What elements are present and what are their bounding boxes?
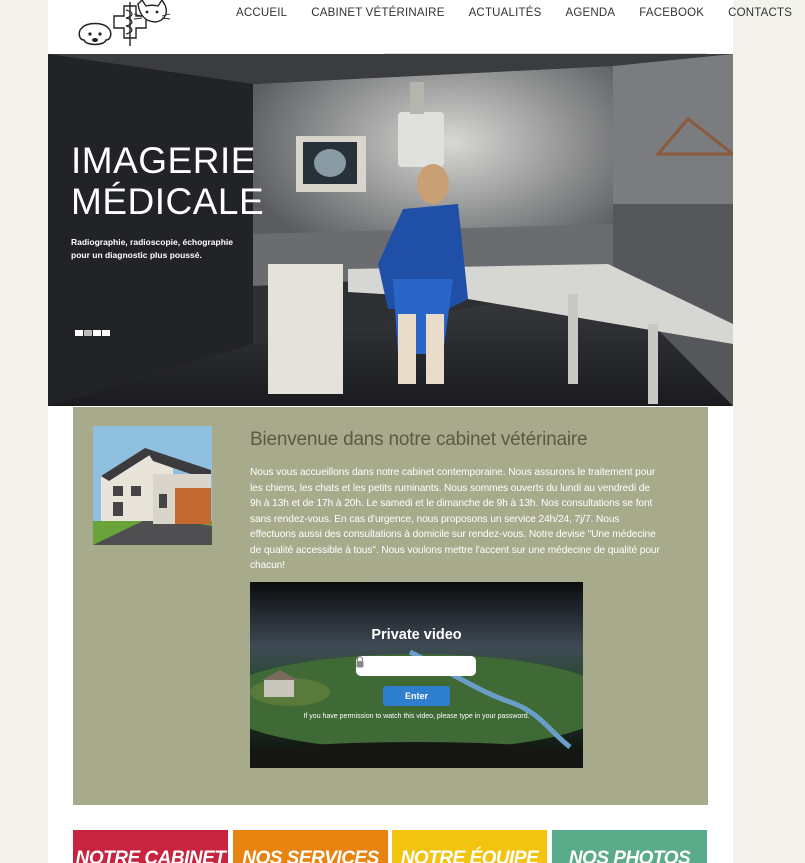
nav-accueil[interactable]: ACCUEIL [236,7,287,19]
nav-facebook[interactable]: FACEBOOK [639,7,704,19]
hero-title-line2: MÉDICALE [71,181,265,222]
slider-dot-1[interactable] [75,330,83,336]
tile-notre-cabinet-label: NOTRE CABINET [75,848,226,863]
logo-icon [78,0,171,46]
welcome-title: Bienvenue dans notre cabinet vétérinaire [250,429,588,450]
video-permission-note: If you have permission to watch this vid… [303,713,530,720]
clinic-logo[interactable] [76,0,171,50]
nav-cabinet-veterinaire[interactable]: CABINET VÉTÉRINAIRE [311,7,444,19]
hero-photo [48,54,733,406]
welcome-panel: Bienvenue dans notre cabinet vétérinaire… [73,407,708,805]
page: ACCUEIL CABINET VÉTÉRINAIRE ACTUALITÉS A… [48,0,792,863]
building-photo [93,426,212,545]
hero-title: IMAGERIE MÉDICALE [71,140,264,222]
hero-title-line1: IMAGERIE [71,140,256,181]
main-nav: ACCUEIL CABINET VÉTÉRINAIRE ACTUALITÉS A… [236,7,792,19]
slider-dot-4[interactable] [102,330,110,336]
nav-agenda[interactable]: AGENDA [566,7,616,19]
tile-notre-cabinet[interactable]: NOTRE CABINET [73,830,228,863]
video-enter-button[interactable]: Enter [383,686,450,706]
video-title: Private video [371,627,462,643]
lock-icon [356,656,364,668]
tile-nos-photos-label: NOS PHOTOS [568,848,691,863]
tile-nos-photos[interactable]: NOS PHOTOS [552,830,707,863]
video-player[interactable]: Private video Enter If you have permissi… [250,582,583,768]
hero-subtitle: Radiographie, radioscopie, échographie p… [71,237,234,260]
hero-slider[interactable]: IMAGERIE MÉDICALE Radiographie, radiosco… [48,54,733,406]
video-password-field[interactable] [356,656,476,676]
slider-dot-3[interactable] [93,330,101,336]
tile-notre-equipe[interactable]: NOTRE ÉQUIPE [392,830,547,863]
clinic-building-image [93,426,212,545]
tile-nos-services-label: NOS SERVICES [242,848,379,863]
slider-pagination [75,330,111,336]
welcome-text: Nous vous accueillons dans notre cabinet… [250,467,660,571]
tile-notre-equipe-label: NOTRE ÉQUIPE [400,848,539,863]
nav-contacts[interactable]: CONTACTS [728,7,792,19]
slider-dot-2[interactable] [84,330,92,336]
nav-actualites[interactable]: ACTUALITÉS [469,7,542,19]
tile-nos-services[interactable]: NOS SERVICES [233,830,388,863]
